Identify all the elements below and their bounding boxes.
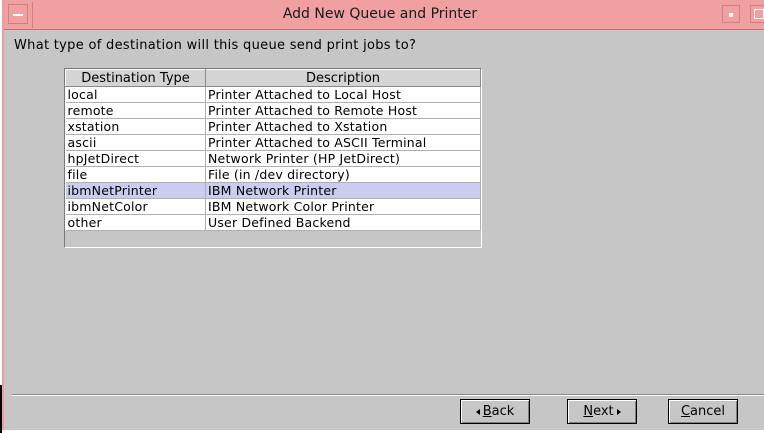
destination-question: What type of destination will this queue… bbox=[14, 38, 417, 53]
description-cell[interactable]: Printer Attached to Xstation bbox=[205, 118, 481, 135]
column-header-description[interactable]: Description bbox=[205, 69, 481, 87]
cancel-mnemonic: C bbox=[680, 404, 691, 419]
table-row[interactable]: local Printer Attached to Local Host bbox=[65, 86, 481, 103]
arrow-left-icon bbox=[475, 408, 480, 415]
table-row[interactable]: hpJetDirect Network Printer (HP JetDirect… bbox=[65, 150, 481, 167]
cancel-button[interactable]: Cancel bbox=[668, 399, 738, 424]
table-row[interactable]: remote Printer Attached to Remote Host bbox=[65, 102, 481, 119]
destination-type-cell[interactable]: ascii bbox=[65, 134, 206, 151]
destination-type-cell[interactable]: xstation bbox=[65, 118, 206, 135]
maximize-icon[interactable] bbox=[750, 5, 764, 23]
description-cell[interactable]: Printer Attached to Local Host bbox=[205, 86, 481, 103]
next-button[interactable]: Next bbox=[567, 399, 637, 424]
title-bar[interactable]: Add New Queue and Printer bbox=[4, 0, 764, 30]
arrow-right-icon bbox=[616, 408, 621, 415]
next-label: ext bbox=[593, 404, 614, 419]
button-area-separator-highlight bbox=[12, 395, 764, 396]
destination-type-cell[interactable]: remote bbox=[65, 102, 206, 119]
window-title: Add New Queue and Printer bbox=[282, 6, 478, 22]
table-row[interactable]: xstation Printer Attached to Xstation bbox=[65, 118, 481, 135]
description-cell[interactable]: Printer Attached to Remote Host bbox=[205, 102, 481, 119]
window-menu-icon[interactable] bbox=[8, 4, 28, 24]
destination-type-cell[interactable]: other bbox=[65, 214, 206, 231]
description-cell[interactable]: Printer Attached to ASCII Terminal bbox=[205, 134, 481, 151]
description-cell[interactable]: User Defined Backend bbox=[205, 214, 481, 231]
column-header-destination-type[interactable]: Destination Type bbox=[65, 69, 206, 87]
table-row[interactable]: file File (in /dev directory) bbox=[65, 166, 481, 183]
table-row[interactable]: other User Defined Backend bbox=[65, 214, 481, 231]
destination-table: Destination Type Description local Printe… bbox=[64, 68, 482, 248]
back-mnemonic: B bbox=[482, 404, 492, 419]
back-button[interactable]: Back bbox=[460, 399, 530, 424]
table-row[interactable]: ibmNetColor IBM Network Color Printer bbox=[65, 198, 481, 215]
description-cell[interactable]: IBM Network Color Printer bbox=[205, 198, 481, 215]
destination-type-cell[interactable]: hpJetDirect bbox=[65, 150, 206, 167]
table-row[interactable]: ibmNetPrinter IBM Network Printer bbox=[65, 182, 481, 199]
destination-type-cell[interactable]: file bbox=[65, 166, 206, 183]
destination-type-cell[interactable]: ibmNetColor bbox=[65, 198, 206, 215]
back-label: ack bbox=[491, 404, 515, 419]
next-mnemonic: N bbox=[583, 404, 594, 419]
minimize-icon[interactable] bbox=[722, 5, 740, 23]
table-empty-area bbox=[65, 231, 481, 247]
destination-type-cell[interactable]: local bbox=[65, 86, 206, 103]
table-header-row: Destination Type Description bbox=[65, 69, 481, 87]
description-cell[interactable]: Network Printer (HP JetDirect) bbox=[205, 150, 481, 167]
title-separator bbox=[32, 2, 33, 28]
cancel-label: ancel bbox=[690, 404, 726, 419]
description-cell[interactable]: File (in /dev directory) bbox=[205, 166, 481, 183]
description-cell[interactable]: IBM Network Printer bbox=[205, 182, 481, 199]
add-queue-dialog: Add New Queue and Printer What type of d… bbox=[2, 0, 764, 430]
destination-type-cell[interactable]: ibmNetPrinter bbox=[65, 182, 206, 199]
table-row[interactable]: ascii Printer Attached to ASCII Terminal bbox=[65, 134, 481, 151]
